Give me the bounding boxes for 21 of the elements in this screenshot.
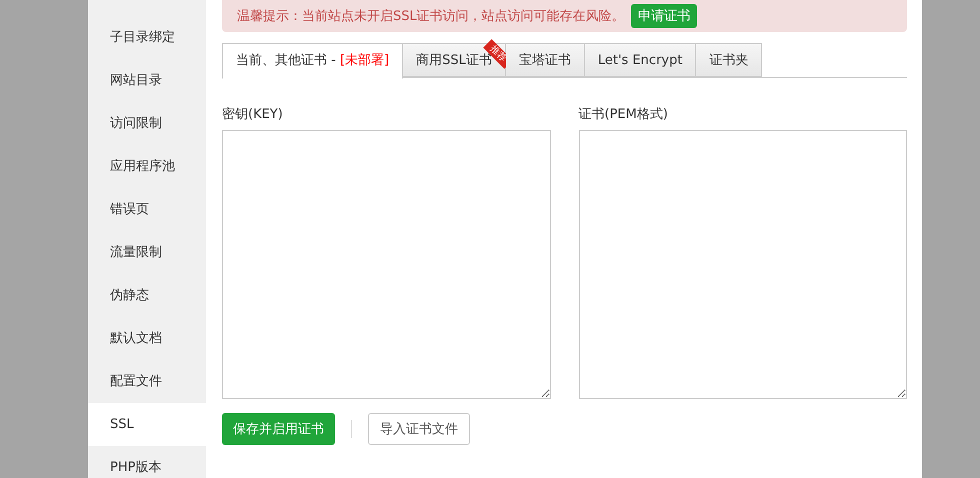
alert-text: 温馨提示：当前站点未开启SSL证书访问，站点访问可能存在风险。: [237, 8, 625, 25]
tab[interactable]: Let's Encrypt: [584, 43, 696, 77]
import-button[interactable]: 导入证书文件: [368, 413, 470, 445]
sidebar-item[interactable]: 默认文档: [88, 317, 206, 360]
text-area[interactable]: [222, 130, 550, 399]
sidebar-item[interactable]: 访问限制: [88, 102, 206, 145]
sidebar-item[interactable]: 子目录绑定: [88, 16, 206, 59]
sidebar-item[interactable]: 应用程序池: [88, 145, 206, 188]
sidebar-item[interactable]: 网站目录: [88, 59, 206, 102]
field-label: 证书(PEM格式): [578, 106, 669, 123]
sidebar-item[interactable]: 流量限制: [88, 231, 206, 274]
sidebar-item[interactable]: SSL: [88, 403, 206, 446]
field-label: 密钥(KEY): [222, 106, 284, 123]
tab[interactable]: 证书夹: [696, 43, 762, 77]
sidebar-item[interactable]: 配置文件: [88, 360, 206, 403]
sidebar-item[interactable]: PHP版本: [88, 446, 206, 478]
tab[interactable]: 宝塔证书: [506, 43, 585, 77]
tab[interactable]: 当前、其他证书 - [未部署]: [222, 43, 404, 79]
sidebar-item[interactable]: 伪静态: [88, 274, 206, 317]
text-area[interactable]: [578, 130, 907, 399]
sidebar-item[interactable]: 错误页: [88, 188, 206, 231]
